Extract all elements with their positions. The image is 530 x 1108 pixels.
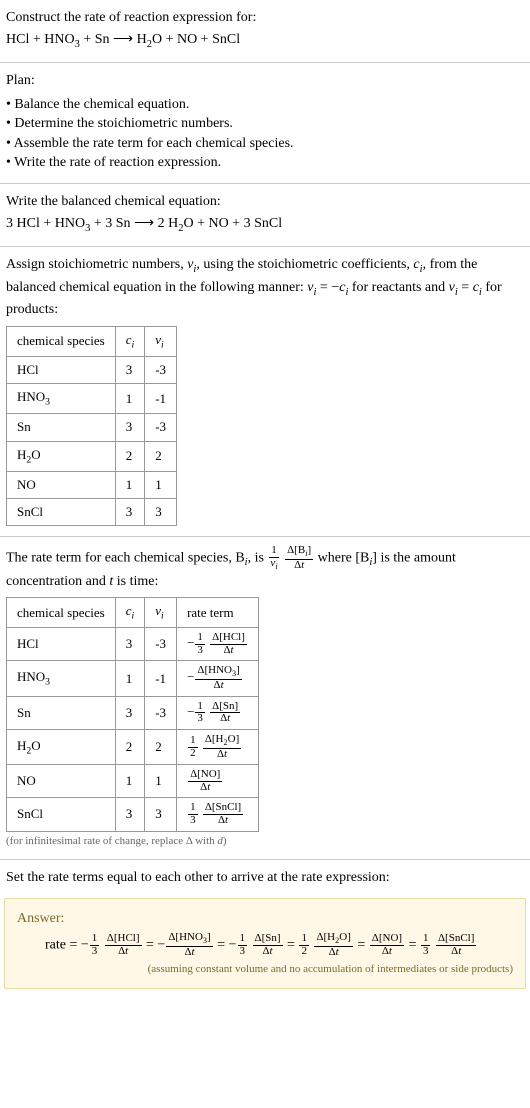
table-row: HNO31-1 — [7, 384, 177, 414]
col-ci: ci — [115, 326, 145, 356]
rateterm-text: The rate term for each chemical species,… — [6, 545, 524, 591]
cell-c: 3 — [115, 498, 145, 525]
cell-c: 1 — [115, 384, 145, 414]
cell-v: 1 — [145, 765, 177, 798]
cell-v: 3 — [145, 798, 177, 831]
cell-species: HNO3 — [7, 384, 116, 414]
plan-item: Determine the stoichiometric numbers. — [6, 114, 524, 134]
table-row: SnCl33 — [7, 498, 177, 525]
final-section: Set the rate terms equal to each other t… — [0, 860, 530, 892]
cell-v: -1 — [145, 661, 177, 696]
cell-species: Sn — [7, 696, 116, 729]
plan-item: Write the rate of reaction expression. — [6, 153, 524, 173]
col-ci: ci — [115, 598, 145, 628]
cell-rate: −Δ[HNO3]Δt — [177, 661, 259, 696]
cell-species: HCl — [7, 356, 116, 383]
cell-species: H2O — [7, 729, 116, 764]
rateterm-table: chemical species ci νi rate term HCl3-3−… — [6, 597, 259, 831]
cell-v: -3 — [145, 356, 177, 383]
cell-v: 2 — [145, 441, 177, 471]
cell-v: -3 — [145, 628, 177, 661]
table-row: Sn3-3 — [7, 414, 177, 441]
cell-species: SnCl — [7, 498, 116, 525]
answer-expression: rate = −13 Δ[HCl]Δt = −Δ[HNO3]Δt = −13 Δ… — [17, 932, 513, 958]
balanced-section: Write the balanced chemical equation: 3 … — [0, 184, 530, 247]
cell-rate: 13 Δ[SnCl]Δt — [177, 798, 259, 831]
cell-rate: Δ[NO]Δt — [177, 765, 259, 798]
plan-item: Balance the chemical equation. — [6, 95, 524, 115]
assign-text: Assign stoichiometric numbers, νi, using… — [6, 255, 524, 320]
cell-v: 2 — [145, 729, 177, 764]
cell-c: 3 — [115, 356, 145, 383]
cell-c: 1 — [115, 765, 145, 798]
assign-section: Assign stoichiometric numbers, νi, using… — [0, 247, 530, 537]
table-row: NO11Δ[NO]Δt — [7, 765, 259, 798]
cell-c: 3 — [115, 696, 145, 729]
col-vi: νi — [145, 598, 177, 628]
cell-c: 3 — [115, 414, 145, 441]
cell-c: 3 — [115, 798, 145, 831]
cell-v: -3 — [145, 414, 177, 441]
plan-item: Assemble the rate term for each chemical… — [6, 134, 524, 154]
table-row: HCl3-3−13 Δ[HCl]Δt — [7, 628, 259, 661]
plan-heading: Plan: — [6, 71, 524, 91]
table-row: HCl3-3 — [7, 356, 177, 383]
prompt-section: Construct the rate of reaction expressio… — [0, 0, 530, 63]
cell-v: -1 — [145, 384, 177, 414]
table-header-row: chemical species ci νi — [7, 326, 177, 356]
cell-species: NO — [7, 471, 116, 498]
prompt-equation: HCl + HNO3 + Sn ⟶ H2O + NO + SnCl — [6, 30, 524, 52]
balanced-equation: 3 HCl + HNO3 + 3 Sn ⟶ 2 H2O + NO + 3 SnC… — [6, 214, 524, 236]
table-row: HNO31-1−Δ[HNO3]Δt — [7, 661, 259, 696]
answer-title: Answer: — [17, 909, 513, 929]
col-vi: νi — [145, 326, 177, 356]
cell-c: 1 — [115, 661, 145, 696]
cell-v: 1 — [145, 471, 177, 498]
cell-rate: −13 Δ[Sn]Δt — [177, 696, 259, 729]
answer-box: Answer: rate = −13 Δ[HCl]Δt = −Δ[HNO3]Δt… — [4, 898, 526, 989]
table-row: SnCl3313 Δ[SnCl]Δt — [7, 798, 259, 831]
final-text: Set the rate terms equal to each other t… — [6, 868, 524, 888]
table-row: NO11 — [7, 471, 177, 498]
plan-section: Plan: Balance the chemical equation. Det… — [0, 63, 530, 184]
cell-species: H2O — [7, 441, 116, 471]
cell-c: 3 — [115, 628, 145, 661]
table-row: H2O22 — [7, 441, 177, 471]
cell-rate: 12 Δ[H2O]Δt — [177, 729, 259, 764]
cell-rate: −13 Δ[HCl]Δt — [177, 628, 259, 661]
prompt-heading: Construct the rate of reaction expressio… — [6, 8, 524, 28]
cell-species: NO — [7, 765, 116, 798]
stoich-table: chemical species ci νi HCl3-3 HNO31-1 Sn… — [6, 326, 177, 526]
cell-v: -3 — [145, 696, 177, 729]
col-species: chemical species — [7, 598, 116, 628]
cell-species: HNO3 — [7, 661, 116, 696]
cell-species: HCl — [7, 628, 116, 661]
cell-c: 1 — [115, 471, 145, 498]
balanced-heading: Write the balanced chemical equation: — [6, 192, 524, 212]
table-header-row: chemical species ci νi rate term — [7, 598, 259, 628]
rateterm-section: The rate term for each chemical species,… — [0, 537, 530, 860]
cell-c: 2 — [115, 729, 145, 764]
cell-species: Sn — [7, 414, 116, 441]
col-species: chemical species — [7, 326, 116, 356]
plan-list: Balance the chemical equation. Determine… — [6, 95, 524, 173]
rateterm-note: (for infinitesimal rate of change, repla… — [6, 834, 524, 849]
table-row: H2O2212 Δ[H2O]Δt — [7, 729, 259, 764]
cell-c: 2 — [115, 441, 145, 471]
cell-species: SnCl — [7, 798, 116, 831]
table-row: Sn3-3−13 Δ[Sn]Δt — [7, 696, 259, 729]
cell-v: 3 — [145, 498, 177, 525]
answer-note: (assuming constant volume and no accumul… — [17, 962, 513, 977]
col-rate: rate term — [177, 598, 259, 628]
